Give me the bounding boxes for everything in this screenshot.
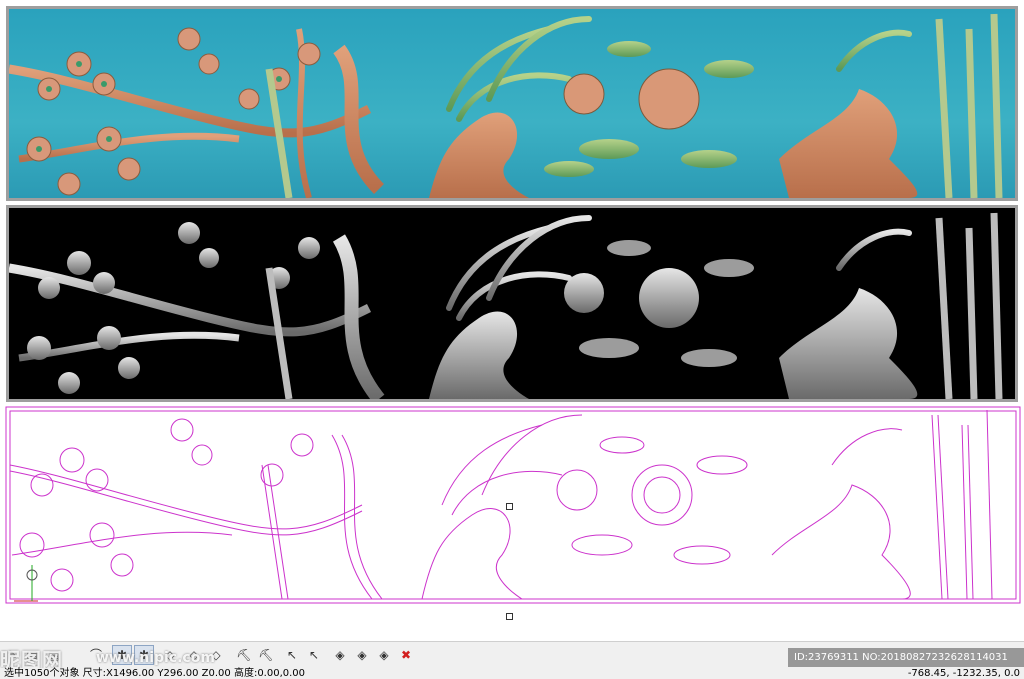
cursor-coordinates: -768.45, -1232.35, 0.0	[907, 668, 1020, 679]
selection-handle-bottom[interactable]	[506, 613, 513, 620]
status-bar: 选中1050个对象 尺寸:X1496.00 Y296.00 Z0.00 高度:0…	[0, 668, 1024, 679]
selection-status: 选中1050个对象 尺寸:X1496.00 Y296.00 Z0.00 高度:0…	[4, 668, 306, 679]
node-icon[interactable]: ◈	[330, 645, 350, 665]
arrow-x-icon[interactable]: ↖	[304, 645, 324, 665]
color-relief-view	[6, 6, 1018, 201]
arrow-icon[interactable]: ↖	[282, 645, 302, 665]
watermark-site: www.nipic.com	[96, 650, 215, 666]
image-id-label: ID:23769311 NO:20180827232628114031	[788, 648, 1024, 667]
selection-handle-center[interactable]	[506, 503, 513, 510]
tool-icon[interactable]: ⛏	[256, 645, 276, 665]
delete-icon[interactable]: ✖	[396, 645, 416, 665]
grayscale-relief-artwork	[9, 212, 1003, 399]
color-relief-artwork	[9, 13, 1003, 198]
node-icon[interactable]: ◈	[374, 645, 394, 665]
grayscale-relief-view	[6, 205, 1018, 402]
vector-outline-view[interactable]	[2, 405, 1024, 618]
tool-icon[interactable]: ⛏	[234, 645, 254, 665]
vector-outline-artwork[interactable]	[2, 405, 1024, 618]
node-icon[interactable]: ◈	[352, 645, 372, 665]
